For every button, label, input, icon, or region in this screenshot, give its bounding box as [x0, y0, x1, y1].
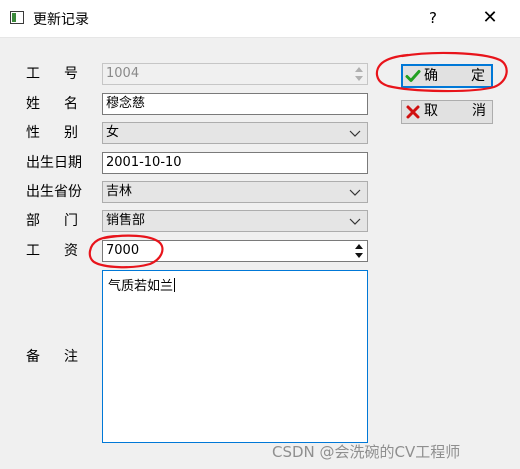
department-select[interactable]: 销售部 — [102, 210, 368, 232]
salary-spin-buttons[interactable] — [352, 242, 366, 260]
province-label: 出生省份 — [26, 184, 82, 200]
name-label: 姓名 — [26, 96, 102, 112]
department-value: 销售部 — [106, 213, 146, 228]
salary-label: 工资 — [26, 243, 102, 259]
title-bar: 更新记录 ? ✕ — [0, 0, 520, 38]
birth-date-value: 2001-10-10 — [106, 155, 182, 170]
spin-up-icon[interactable] — [352, 242, 366, 251]
ok-button[interactable]: 确定 — [401, 64, 493, 88]
checkmark-icon — [405, 70, 421, 82]
close-button[interactable]: ✕ — [470, 2, 510, 34]
chevron-down-icon — [349, 130, 361, 137]
memo-value: 气质若如兰 — [108, 279, 174, 294]
birth-date-label: 出生日期 — [26, 155, 82, 171]
salary-value: 7000 — [106, 243, 140, 258]
emp-no-label: 工号 — [26, 66, 102, 82]
cross-icon — [406, 105, 420, 119]
ok-label: 确定 — [424, 68, 485, 84]
memo-textarea[interactable]: 气质若如兰 — [102, 270, 368, 443]
cancel-button[interactable]: 取消 — [401, 100, 493, 124]
spin-up-icon — [355, 67, 363, 72]
window-title: 更新记录 — [33, 12, 89, 28]
chevron-down-icon — [349, 218, 361, 225]
memo-label: 备注 — [26, 349, 102, 365]
name-input[interactable]: 穆念慈 — [102, 93, 368, 115]
gender-select[interactable]: 女 — [102, 122, 368, 144]
watermark: CSDN @会洗碗的CV工程师 — [272, 443, 461, 461]
gender-label: 性别 — [26, 125, 102, 141]
gender-value: 女 — [106, 125, 120, 140]
chevron-down-icon — [349, 189, 361, 196]
birth-date-input[interactable]: 2001-10-10 — [102, 152, 368, 174]
cancel-label: 取消 — [424, 103, 486, 119]
emp-no-value: 1004 — [106, 66, 140, 81]
department-label: 部门 — [26, 213, 102, 229]
help-button[interactable]: ? — [418, 2, 448, 34]
text-caret — [174, 278, 176, 292]
emp-no-spinbox: 1004 — [102, 63, 368, 85]
name-value: 穆念慈 — [106, 96, 146, 111]
spin-down-icon[interactable] — [352, 251, 366, 260]
app-icon — [10, 11, 24, 24]
province-value: 吉林 — [106, 184, 133, 199]
memo-text: 气质若如兰 — [108, 275, 176, 294]
province-select[interactable]: 吉林 — [102, 181, 368, 203]
spin-down-icon — [355, 76, 363, 81]
emp-no-spin-buttons — [352, 65, 366, 83]
salary-spinbox[interactable]: 7000 — [102, 240, 368, 262]
